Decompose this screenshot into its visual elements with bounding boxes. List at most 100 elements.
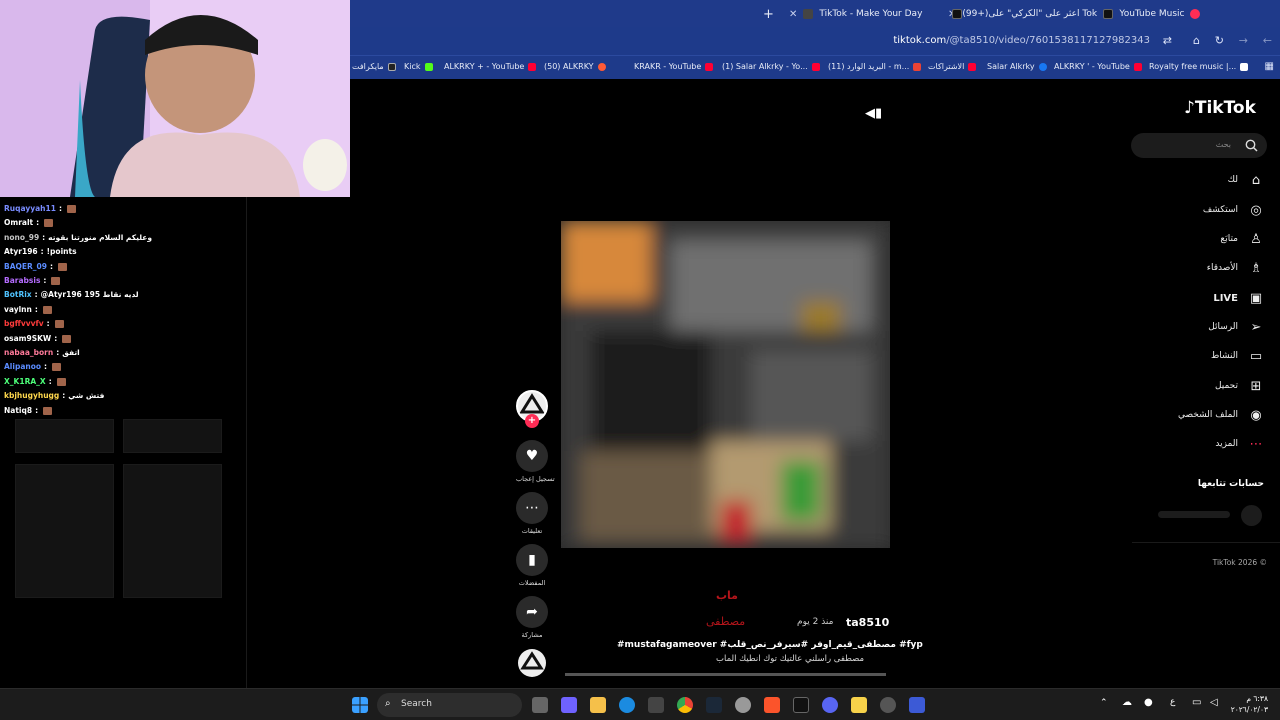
bookmark-item[interactable]: Kick: [404, 62, 433, 71]
chat-username[interactable]: nabaa_born: [4, 348, 53, 357]
tab-tiktok-search[interactable]: ✕ (99+)اعثر على "الكركي" على Tok: [948, 3, 1114, 25]
search-input[interactable]: بحث: [1131, 133, 1267, 158]
url-domain: tiktok.com: [893, 35, 947, 46]
network-icon[interactable]: ▭: [1192, 697, 1201, 708]
share-button[interactable]: ➦ مشاركة: [516, 596, 548, 639]
video-progress-track[interactable]: [565, 673, 886, 676]
sidebar-item-live[interactable]: LIVE ▣: [1213, 289, 1264, 307]
back-icon[interactable]: ←: [1263, 34, 1272, 47]
chat-username[interactable]: Atyr196: [4, 247, 38, 256]
sidebar-item-upload[interactable]: تحميل ⊞: [1215, 377, 1264, 395]
speaker-icon[interactable]: ◀▮: [865, 106, 882, 121]
file-explorer-icon[interactable]: [590, 697, 606, 713]
app-icon[interactable]: [909, 697, 925, 713]
music-disc[interactable]: [518, 649, 546, 677]
search-icon[interactable]: [1245, 139, 1258, 152]
bookmark-item[interactable]: البريد الوارد (11) - m...: [828, 62, 922, 71]
bookmark-item[interactable]: (1) Salar Alkrky - Yo...: [722, 62, 820, 71]
chat-username[interactable]: Alipanoo: [4, 362, 41, 371]
task-view-icon[interactable]: [532, 697, 548, 713]
apps-grid-icon[interactable]: ▦: [1265, 61, 1274, 72]
forward-icon[interactable]: →: [1239, 34, 1248, 47]
chat-username[interactable]: X_K1RA_X: [4, 377, 46, 386]
notes-icon[interactable]: [851, 697, 867, 713]
url-field[interactable]: tiktok.com/@ta8510/video/760153811712798…: [893, 35, 1150, 46]
settings-sliders-icon[interactable]: ⇄: [1163, 34, 1172, 47]
steam-icon[interactable]: [706, 697, 722, 713]
microphone-icon[interactable]: ●: [1144, 697, 1153, 708]
sidebar-item-label: لك: [1227, 175, 1238, 185]
edge-icon[interactable]: [619, 697, 635, 713]
home-icon[interactable]: ⌂: [1193, 34, 1200, 47]
chat-username[interactable]: Natiq8: [4, 406, 32, 415]
brave-icon[interactable]: [764, 697, 780, 713]
action-label: تعليقات: [521, 527, 543, 535]
bookmark-button[interactable]: ▮ المفضلات: [516, 544, 548, 587]
chat-separator: :: [42, 232, 46, 242]
bookmark-item[interactable]: الاشتراكات: [928, 62, 977, 71]
tiktok-logo[interactable]: ♪TikTok: [1184, 98, 1256, 118]
video-hashtags[interactable]: #mustafagameover #مصطفى_قيم_اوفر #سيرفر_…: [617, 640, 923, 650]
bookmark-item[interactable]: ALKRKY ' - YouTube: [1054, 62, 1142, 71]
chat-username[interactable]: BotRix: [4, 290, 32, 299]
discord-icon[interactable]: [822, 697, 838, 713]
comment-button[interactable]: ⋯ تعليقات: [516, 492, 548, 535]
action-label: تسجيل إعجاب: [516, 475, 555, 483]
video-author[interactable]: ta8510: [846, 616, 889, 629]
sidebar-item-compass[interactable]: استكشف ◎: [1203, 201, 1264, 219]
cloud-icon[interactable]: ☁: [1122, 697, 1132, 708]
taskbar-search-box[interactable]: ⌕ Search: [377, 693, 522, 717]
chat-username[interactable]: bgffvvvfv: [4, 319, 44, 328]
sidebar-item-profile-avatar[interactable]: الملف الشخصي ◉: [1178, 406, 1264, 424]
follow-button[interactable]: +: [525, 414, 539, 428]
browser-tab-bar: ✕ YouTube Music ✕ (99+)اعثر على "الكركي"…: [350, 0, 1280, 27]
copilot-icon[interactable]: [561, 697, 577, 713]
sidebar-item-friends[interactable]: الأصدقاء ♗: [1207, 259, 1264, 277]
chat-username[interactable]: Omralt: [4, 218, 33, 227]
chevron-up-icon[interactable]: ⌃: [1100, 698, 1108, 708]
bookmark-item[interactable]: مايكرافت: [352, 62, 396, 71]
clock[interactable]: ٦:٣٨ م ٢٠٢٦/٠٢/٠٣: [1228, 693, 1268, 715]
settings-gear-icon[interactable]: [735, 697, 751, 713]
chat-username[interactable]: Barabsis: [4, 276, 40, 285]
sidebar-item-activity[interactable]: النشاط ▭: [1211, 347, 1264, 365]
reload-icon[interactable]: ↻: [1215, 34, 1224, 47]
sidebar-item-more[interactable]: المزيد ⋯: [1215, 435, 1264, 453]
sidebar-item-send[interactable]: الرسائل ➢: [1208, 318, 1264, 336]
chat-username[interactable]: osam9SKW: [4, 334, 51, 343]
tars-logo-icon: [520, 651, 544, 670]
capcut-icon[interactable]: [793, 697, 809, 713]
share-icon: ➦: [516, 596, 548, 628]
app-icon[interactable]: [880, 697, 896, 713]
bookmark-item[interactable]: ALKRKY + - YouTube: [444, 62, 537, 71]
volume-icon[interactable]: ◁: [1210, 697, 1218, 708]
windows-start-icon[interactable]: [352, 697, 368, 713]
chat-message: Alipanoo:: [4, 362, 62, 372]
chat-separator: :: [34, 290, 38, 300]
chat-username[interactable]: kbjhugyhugg: [4, 391, 59, 400]
chat-username[interactable]: nono_99: [4, 233, 39, 242]
video-player[interactable]: [561, 221, 890, 548]
bookmark-item[interactable]: Salar Alkrky: [987, 62, 1047, 71]
sidebar-item-home[interactable]: لك ⌂: [1228, 171, 1264, 189]
bookmark-item[interactable]: Royalty free music |...: [1149, 62, 1249, 71]
close-tab-icon[interactable]: ✕: [789, 9, 797, 20]
bookmark-item[interactable]: (50) ALKRKY: [544, 62, 606, 71]
language-indicator[interactable]: ع: [1170, 697, 1175, 707]
tab-tiktok-active[interactable]: ✕ TikTok - Make Your Day: [789, 3, 963, 25]
new-tab-button[interactable]: +: [763, 3, 774, 25]
sidebar-item-label: النشاط: [1210, 351, 1238, 361]
chat-username[interactable]: Ruqayyah11: [4, 204, 56, 213]
heart-button[interactable]: ♥ تسجيل إعجاب: [516, 440, 555, 483]
bookmark-item[interactable]: KRAKR - YouTube: [634, 62, 714, 71]
chat-username[interactable]: vaylnn: [4, 305, 32, 314]
chat-username[interactable]: BAQER_09: [4, 262, 47, 271]
chat-text: @Atyr196 195 لديه نقاط: [40, 290, 139, 300]
video-frame: [561, 221, 890, 548]
tab-youtube-music[interactable]: ✕ YouTube Music: [1105, 3, 1201, 25]
store-icon[interactable]: [648, 697, 664, 713]
chat-message: Ruqayyah11:: [4, 204, 76, 213]
chat-message: X_K1RA_X:: [4, 377, 66, 386]
chrome-icon[interactable]: [677, 697, 693, 713]
sidebar-item-user-follow[interactable]: متابَع ♙: [1220, 230, 1264, 248]
